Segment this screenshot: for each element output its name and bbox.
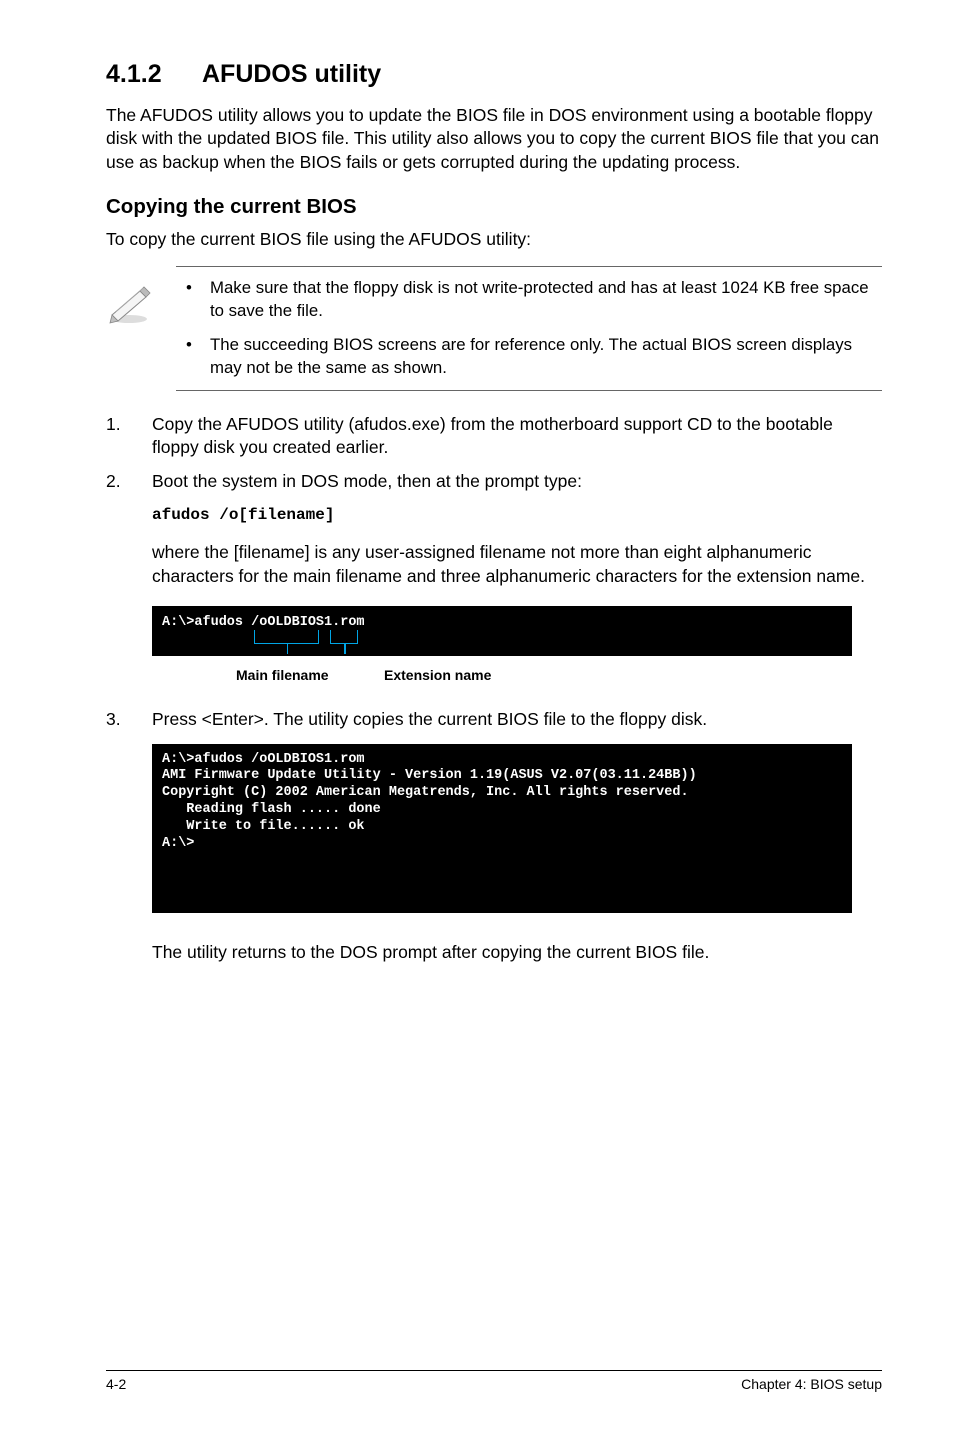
- section-heading: 4.1.2AFUDOS utility: [106, 58, 882, 92]
- note-item: • Make sure that the floppy disk is not w…: [176, 277, 882, 322]
- caption-ext: Extension name: [384, 666, 491, 685]
- subline: To copy the current BIOS file using the …: [106, 228, 882, 252]
- step-number: 2.: [106, 470, 121, 494]
- section-title: AFUDOS utility: [202, 60, 381, 88]
- note-text: The succeeding BIOS screens are for refe…: [210, 335, 852, 377]
- subheading: Copying the current BIOS: [106, 193, 882, 221]
- bracket-ext: [330, 630, 358, 644]
- step-number: 1.: [106, 413, 121, 437]
- note-box: • Make sure that the floppy disk is not w…: [176, 266, 882, 391]
- step-item: 1. Copy the AFUDOS utility (afudos.exe) f…: [106, 413, 882, 460]
- chapter-label: Chapter 4: BIOS setup: [741, 1375, 882, 1394]
- page-number: 4-2: [106, 1375, 126, 1394]
- step-text: Copy the AFUDOS utility (afudos.exe) fro…: [152, 414, 833, 458]
- note-item: • The succeeding BIOS screens are for ref…: [176, 334, 882, 379]
- step-item: 2. Boot the system in DOS mode, then at t…: [106, 470, 882, 494]
- step-text: Press <Enter>. The utility copies the cu…: [152, 709, 707, 729]
- intro-text: The AFUDOS utility allows you to update …: [106, 104, 882, 175]
- closing-text: The utility returns to the DOS prompt af…: [152, 941, 882, 965]
- bullet-icon: •: [186, 277, 192, 300]
- step-explain: where the [filename] is any user-assigne…: [152, 541, 882, 588]
- bracket-main: [254, 630, 319, 644]
- step-item: 3. Press <Enter>. The utility copies the …: [106, 708, 882, 732]
- page-footer: 4-2 Chapter 4: BIOS setup: [106, 1370, 882, 1394]
- section-number: 4.1.2: [106, 58, 202, 92]
- step-text: Boot the system in DOS mode, then at the…: [152, 471, 582, 491]
- bullet-icon: •: [186, 334, 192, 357]
- caption-row: Main filename Extension name: [152, 662, 852, 688]
- command-line: afudos /o[filename]: [152, 505, 882, 527]
- terminal-output: A:\>afudos /oOLDBIOS1.rom AMI Firmware U…: [152, 744, 852, 913]
- caption-main: Main filename: [236, 666, 329, 685]
- note-text: Make sure that the floppy disk is not wr…: [210, 278, 869, 320]
- pencil-icon: [106, 285, 156, 325]
- step-number: 3.: [106, 708, 121, 732]
- terminal-figure: A:\>afudos /oOLDBIOS1.rom: [152, 606, 852, 656]
